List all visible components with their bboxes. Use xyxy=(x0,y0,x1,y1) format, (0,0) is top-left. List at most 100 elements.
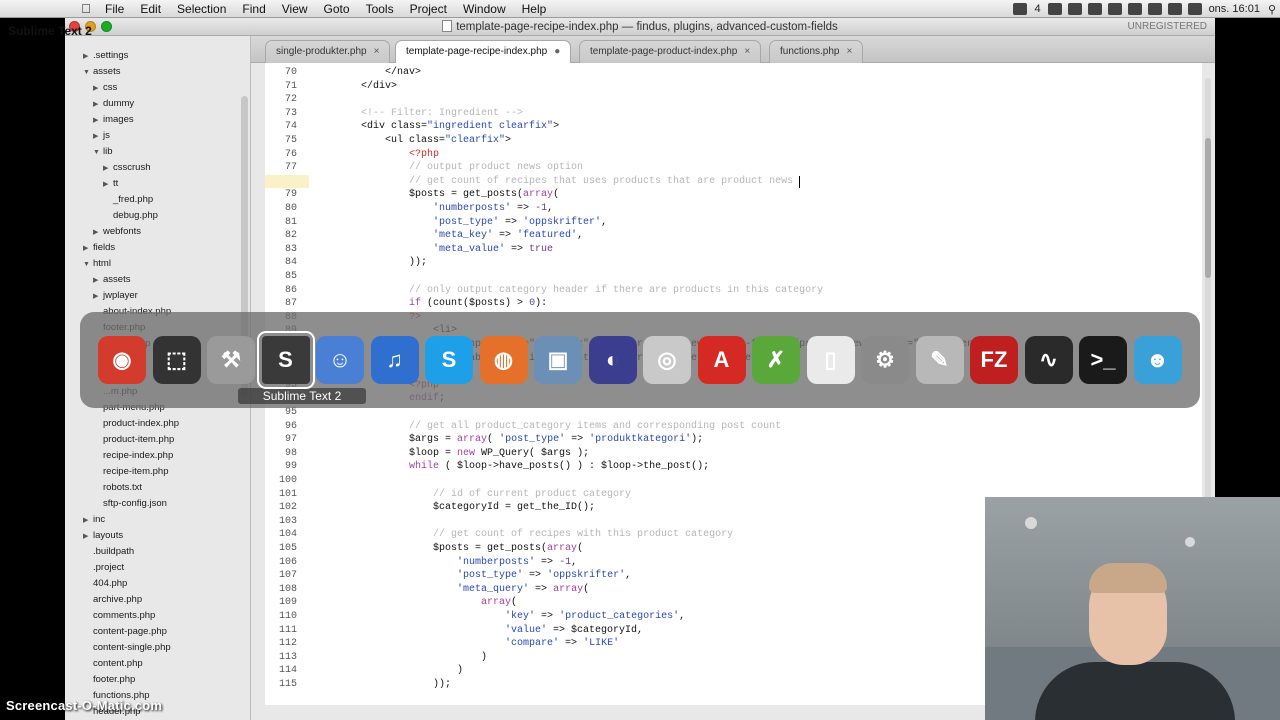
collapsed-triangle-icon[interactable]: ▶ xyxy=(93,113,103,129)
code-line[interactable]: )); xyxy=(313,256,427,270)
sidebar-item[interactable]: ▶ csscrush xyxy=(103,160,150,176)
tab[interactable]: template-page-product-index.php × xyxy=(579,40,762,63)
code-line[interactable]: $loop = new WP_Query( $args ); xyxy=(313,447,589,461)
menu-help[interactable]: Help xyxy=(514,2,555,16)
dropbox-icon[interactable] xyxy=(1067,3,1082,15)
close-tab-icon[interactable]: × xyxy=(374,46,380,57)
editor-scrollbar-thumb[interactable] xyxy=(1205,138,1211,278)
code-line[interactable]: array( xyxy=(313,596,517,610)
sidebar-item[interactable]: ▶ inc xyxy=(83,512,105,528)
expanded-triangle-icon[interactable]: ▼ xyxy=(93,145,103,161)
collapsed-triangle-icon[interactable]: ▶ xyxy=(93,97,103,113)
code-line[interactable]: // get all product_category items and co… xyxy=(313,420,781,434)
code-line[interactable]: $posts = get_posts(array( xyxy=(313,542,583,556)
sync-icon[interactable] xyxy=(1087,3,1102,15)
menu-selection[interactable]: Selection xyxy=(169,2,234,16)
menu-tools[interactable]: Tools xyxy=(358,2,402,16)
skype-status-icon[interactable] xyxy=(1047,3,1062,15)
collapsed-triangle-icon[interactable]: ▶ xyxy=(93,273,103,289)
preview-icon[interactable]: ▣ xyxy=(534,336,582,384)
code-line[interactable]: 'numberposts' => -1, xyxy=(313,202,553,216)
menu-project[interactable]: Project xyxy=(402,2,455,16)
sidebar-item[interactable]: ▶ layouts xyxy=(83,528,123,544)
sidebar-item[interactable]: ▶ .settings xyxy=(83,48,128,64)
code-line[interactable]: // only output category header if there … xyxy=(313,284,823,298)
tab[interactable]: template-page-recipe-index.php ● xyxy=(395,40,572,63)
filezilla-icon[interactable]: FZ xyxy=(970,336,1018,384)
system-preferences-icon[interactable]: ⚙ xyxy=(861,336,909,384)
code-line[interactable]: <!-- Filter: Ingredient --> xyxy=(313,107,523,121)
sidebar-item[interactable]: content-single.php xyxy=(83,640,171,656)
code-line[interactable]: </nav> xyxy=(313,66,421,80)
menu-window[interactable]: Window xyxy=(455,2,514,16)
code-line[interactable]: // get count of recipes that uses produc… xyxy=(313,175,799,189)
sidebar-item[interactable]: comments.php xyxy=(83,608,155,624)
inkscape-icon[interactable]: ✗ xyxy=(752,336,800,384)
sidebar-item[interactable]: footer.php xyxy=(83,672,135,688)
code-line[interactable]: // get count of recipes with this produc… xyxy=(313,528,733,542)
code-line[interactable]: 'numberposts' => -1, xyxy=(313,556,577,570)
menu-view[interactable]: View xyxy=(274,2,316,16)
utilities-icon[interactable]: ⚒ xyxy=(207,336,255,384)
code-line[interactable]: )); xyxy=(313,678,451,692)
code-line[interactable]: <ul class="clearfix"> xyxy=(313,134,511,148)
collapsed-triangle-icon[interactable]: ▶ xyxy=(93,289,103,305)
code-line[interactable]: 'post_type' => 'oppskrifter', xyxy=(313,216,607,230)
code-line[interactable]: $categoryId = get_the_ID(); xyxy=(313,501,595,515)
sidebar-item[interactable]: archive.php xyxy=(83,592,142,608)
sidebar-item[interactable]: product-item.php xyxy=(93,432,174,448)
sidebar-item[interactable]: ▶ js xyxy=(93,128,110,144)
menu-find[interactable]: Find xyxy=(234,2,273,16)
sidebar-item[interactable]: ▶ webfonts xyxy=(93,224,141,240)
sidebar-item[interactable]: recipe-index.php xyxy=(93,448,173,464)
sidebar-item[interactable]: ▼ html xyxy=(83,256,111,272)
collapsed-triangle-icon[interactable]: ▶ xyxy=(83,513,93,529)
sidebar-item[interactable]: debug.php xyxy=(103,208,158,224)
messenger-icon[interactable]: ☻ xyxy=(1133,336,1182,384)
apple-menu-icon[interactable]:  xyxy=(75,1,97,16)
volume-icon[interactable] xyxy=(1167,3,1182,15)
clock[interactable]: ons. 16:01 xyxy=(1205,3,1264,15)
sidebar-item[interactable]: ▶ images xyxy=(93,112,134,128)
code-line[interactable]: 'value' => $categoryId, xyxy=(313,624,643,638)
status-badge[interactable]: 4 xyxy=(1030,3,1044,15)
screenshot-icon[interactable]: ⬚ xyxy=(152,336,201,384)
collapsed-triangle-icon[interactable]: ▶ xyxy=(83,529,93,545)
app-menu[interactable]: Sublime Text 2 xyxy=(0,24,92,72)
bluetooth-icon[interactable] xyxy=(1127,3,1142,15)
expanded-triangle-icon[interactable]: ▼ xyxy=(83,257,93,273)
battery-icon[interactable] xyxy=(1187,3,1202,15)
code-line[interactable]: $args = array( 'post_type' => 'produktka… xyxy=(313,433,703,447)
menu-file[interactable]: File xyxy=(97,2,132,16)
sidebar-item[interactable]: ▶ dummy xyxy=(93,96,134,112)
time-machine-icon[interactable] xyxy=(1107,3,1122,15)
menu-edit[interactable]: Edit xyxy=(132,2,169,16)
menu-goto[interactable]: Goto xyxy=(316,2,358,16)
collapsed-triangle-icon[interactable]: ▶ xyxy=(103,177,113,193)
sidebar-item[interactable]: ▶ jwplayer xyxy=(93,288,138,304)
close-tab-icon[interactable]: × xyxy=(847,46,853,57)
collapsed-triangle-icon[interactable]: ▶ xyxy=(93,225,103,241)
sidebar-item[interactable]: content.php xyxy=(83,656,143,672)
code-line[interactable]: // output product news option xyxy=(313,161,583,175)
sidebar-item[interactable]: ▶ fields xyxy=(83,240,115,256)
github-icon[interactable]: ◎ xyxy=(643,336,691,384)
code-line[interactable]: 'key' => 'product_categories', xyxy=(313,610,685,624)
code-line[interactable]: ) xyxy=(313,651,487,665)
code-line[interactable]: 'meta_value' => true xyxy=(313,243,553,257)
eclipse-icon[interactable]: ◐ xyxy=(588,336,637,384)
sidebar-item[interactable]: ▶ css xyxy=(93,80,117,96)
expanded-triangle-icon[interactable]: ▼ xyxy=(83,65,93,81)
sidebar-item[interactable]: robots.txt xyxy=(93,480,142,496)
textedit-icon[interactable]: ▯ xyxy=(806,336,855,384)
code-line[interactable]: <div class="ingredient clearfix"> xyxy=(313,120,559,134)
wifi-icon[interactable] xyxy=(1147,3,1162,15)
firefox-icon[interactable]: ◍ xyxy=(479,336,528,384)
sidebar-item[interactable]: content-page.php xyxy=(83,624,167,640)
sidebar-item[interactable]: ▶ assets xyxy=(93,272,130,288)
sidebar-item[interactable]: ▼ assets xyxy=(83,64,120,80)
skype-icon[interactable]: S xyxy=(425,336,473,384)
chrome-icon[interactable]: ◉ xyxy=(98,336,146,384)
sidebar-item[interactable]: _fred.php xyxy=(103,192,153,208)
spotlight-icon[interactable]: ⚲ xyxy=(1264,3,1280,16)
